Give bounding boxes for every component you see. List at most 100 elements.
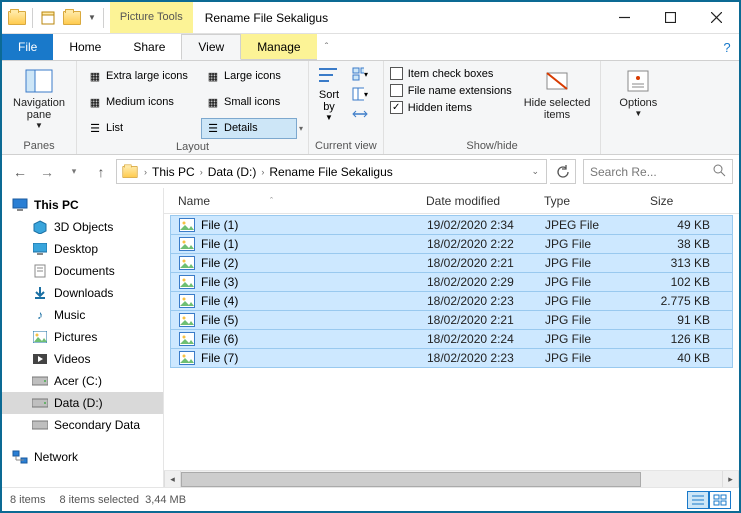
- layout-extra-large[interactable]: ▦Extra large icons: [83, 66, 201, 87]
- file-date: 18/02/2020 2:22: [419, 237, 537, 251]
- tree-data-d[interactable]: Data (D:): [2, 392, 163, 414]
- chevron-right-icon[interactable]: ›: [141, 167, 150, 177]
- layout-details[interactable]: ☰Details: [201, 118, 297, 139]
- file-name-extensions[interactable]: File name extensions: [390, 84, 512, 97]
- options-button[interactable]: Options ▼: [607, 65, 669, 120]
- column-size[interactable]: Size: [642, 194, 739, 208]
- tab-file[interactable]: File: [2, 34, 53, 60]
- qat-dropdown-icon[interactable]: ▼: [85, 13, 99, 22]
- tree-network[interactable]: Network: [2, 446, 163, 468]
- layout-small[interactable]: ▦Small icons: [201, 92, 297, 113]
- folder-icon[interactable]: [6, 7, 28, 29]
- chevron-right-icon[interactable]: ›: [197, 167, 206, 177]
- column-date[interactable]: Date modified: [418, 194, 536, 208]
- scroll-right-icon[interactable]: ▸: [722, 471, 739, 488]
- new-folder-icon[interactable]: [61, 7, 83, 29]
- image-file-icon: [179, 293, 195, 309]
- file-type: JPG File: [537, 332, 643, 346]
- breadcrumb-this-pc[interactable]: This PC: [152, 165, 195, 179]
- maximize-button[interactable]: [647, 2, 693, 33]
- collapse-ribbon-icon[interactable]: ˆ: [317, 34, 337, 60]
- file-size: 2.775 KB: [643, 294, 732, 308]
- tree-3d-objects[interactable]: 3D Objects: [2, 216, 163, 238]
- group-current-view: Sort by ▼ ▾ ▾ Current view: [309, 61, 384, 154]
- tab-manage[interactable]: Manage: [241, 34, 316, 60]
- group-layout-label: Layout: [83, 139, 302, 153]
- item-check-boxes[interactable]: Item check boxes: [390, 67, 512, 80]
- tree-this-pc[interactable]: This PC: [2, 194, 163, 216]
- table-row[interactable]: File (1)19/02/2020 2:34JPEG File49 KB: [170, 215, 733, 235]
- status-bar: 8 items 8 items selected 3,44 MB: [2, 487, 739, 511]
- file-size: 38 KB: [643, 237, 732, 251]
- table-row[interactable]: File (1)18/02/2020 2:22JPG File38 KB: [170, 234, 733, 254]
- layout-medium[interactable]: ▦Medium icons: [83, 92, 201, 113]
- tree-music[interactable]: ♪Music: [2, 304, 163, 326]
- group-show-hide: Item check boxes File name extensions ✓H…: [384, 61, 602, 154]
- refresh-button[interactable]: [550, 159, 576, 184]
- chevron-right-icon[interactable]: ›: [258, 167, 267, 177]
- up-button[interactable]: ↑: [89, 160, 113, 184]
- table-row[interactable]: File (7)18/02/2020 2:23JPG File40 KB: [170, 348, 733, 368]
- table-row[interactable]: File (6)18/02/2020 2:24JPG File126 KB: [170, 329, 733, 349]
- file-date: 18/02/2020 2:21: [419, 256, 537, 270]
- scrollbar-track[interactable]: [181, 471, 722, 488]
- recent-locations-icon[interactable]: ▾: [62, 160, 86, 184]
- scroll-left-icon[interactable]: ◂: [164, 471, 181, 488]
- file-date: 19/02/2020 2:34: [419, 218, 537, 232]
- file-size: 102 KB: [643, 275, 732, 289]
- tree-secondary-data[interactable]: Secondary Data: [2, 414, 163, 436]
- tree-videos[interactable]: Videos: [2, 348, 163, 370]
- column-type[interactable]: Type: [536, 194, 642, 208]
- group-by-icon[interactable]: ▾: [351, 65, 369, 83]
- tree-pictures[interactable]: Pictures: [2, 326, 163, 348]
- layout-more-icon[interactable]: ▾: [297, 124, 303, 133]
- navigation-pane-button[interactable]: Navigation pane ▼: [8, 65, 70, 132]
- status-size: 3,44 MB: [145, 494, 186, 506]
- table-row[interactable]: File (4)18/02/2020 2:23JPG File2.775 KB: [170, 291, 733, 311]
- tree-desktop[interactable]: Desktop: [2, 238, 163, 260]
- status-selected-count: 8 items selected: [59, 494, 138, 506]
- group-current-view-label: Current view: [315, 138, 377, 152]
- column-name[interactable]: Nameˆ: [170, 194, 418, 208]
- breadcrumb-drive[interactable]: Data (D:): [208, 165, 257, 179]
- hide-selected-button[interactable]: Hide selected items: [520, 65, 595, 123]
- navigation-tree: This PC 3D Objects Desktop Documents Dow…: [2, 188, 164, 487]
- details-view-icon[interactable]: [687, 491, 709, 509]
- table-row[interactable]: File (5)18/02/2020 2:21JPG File91 KB: [170, 310, 733, 330]
- add-columns-icon[interactable]: ▾: [351, 85, 369, 103]
- help-icon[interactable]: ?: [715, 34, 739, 60]
- horizontal-scrollbar[interactable]: ◂ ▸: [164, 470, 739, 487]
- tree-documents[interactable]: Documents: [2, 260, 163, 282]
- image-file-icon: [179, 217, 195, 233]
- download-icon: [32, 285, 48, 301]
- forward-button[interactable]: →: [35, 160, 59, 184]
- tree-downloads[interactable]: Downloads: [2, 282, 163, 304]
- tree-acer-c[interactable]: Acer (C:): [2, 370, 163, 392]
- file-name: File (2): [201, 256, 238, 270]
- breadcrumb-folder[interactable]: Rename File Sekaligus: [269, 165, 392, 179]
- minimize-button[interactable]: [601, 2, 647, 33]
- file-type: JPG File: [537, 275, 643, 289]
- close-button[interactable]: [693, 2, 739, 33]
- table-row[interactable]: File (2)18/02/2020 2:21JPG File313 KB: [170, 253, 733, 273]
- tab-home[interactable]: Home: [53, 34, 117, 60]
- grid-icon: ▦: [88, 95, 102, 109]
- scrollbar-thumb[interactable]: [181, 472, 641, 487]
- image-file-icon: [179, 331, 195, 347]
- thumbnails-view-icon[interactable]: [709, 491, 731, 509]
- file-size: 91 KB: [643, 313, 732, 327]
- back-button[interactable]: ←: [8, 160, 32, 184]
- tab-view[interactable]: View: [181, 34, 241, 60]
- layout-large[interactable]: ▦Large icons: [201, 66, 297, 87]
- table-row[interactable]: File (3)18/02/2020 2:29JPG File102 KB: [170, 272, 733, 292]
- properties-icon[interactable]: [37, 7, 59, 29]
- titlebar: ▼ Picture Tools Rename File Sekaligus: [2, 2, 739, 34]
- breadcrumb-dropdown-icon[interactable]: ⌄: [528, 166, 542, 177]
- breadcrumb[interactable]: › This PC › Data (D:) › Rename File Seka…: [116, 159, 547, 184]
- tab-share[interactable]: Share: [117, 34, 181, 60]
- size-columns-icon[interactable]: [351, 105, 369, 123]
- hidden-items[interactable]: ✓Hidden items: [390, 101, 512, 114]
- sort-by-button[interactable]: Sort by ▼: [315, 65, 343, 122]
- layout-list[interactable]: ☰List: [83, 118, 201, 139]
- search-input[interactable]: Search Re...: [583, 159, 733, 184]
